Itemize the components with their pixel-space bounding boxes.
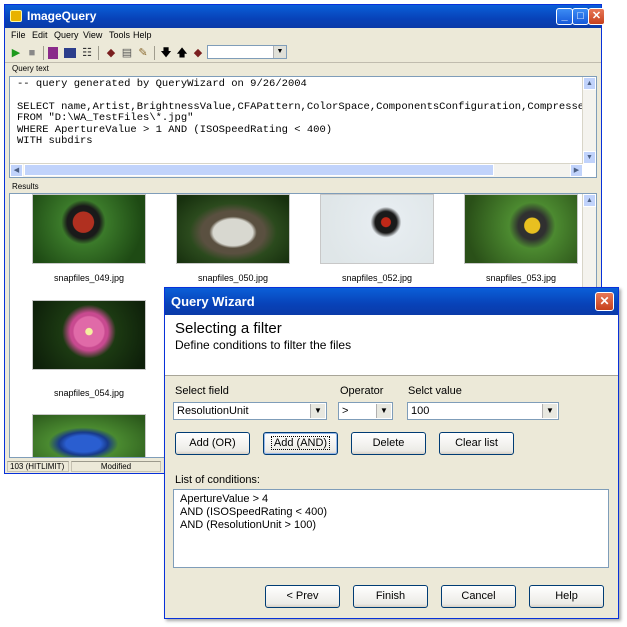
run-icon[interactable]: ▶ xyxy=(9,46,23,60)
file-name: snapfiles_049.jpg xyxy=(53,273,125,283)
query-horizontal-scrollbar[interactable]: ◀ ▶ xyxy=(10,163,583,177)
app-icon xyxy=(10,10,22,22)
maximize-button[interactable]: □ xyxy=(572,8,589,25)
wizard-title: Query Wizard xyxy=(171,294,255,309)
toolbar-combo[interactable]: ▼ xyxy=(207,45,287,59)
minimize-button[interactable]: _ xyxy=(556,8,573,25)
status-count: 103 (HITLIMIT) xyxy=(7,461,69,472)
query-vertical-scrollbar[interactable]: ▲ ▼ xyxy=(582,77,596,164)
query-text-label: Query text xyxy=(12,64,49,73)
tools-icon[interactable]: ✎ xyxy=(136,46,150,60)
chevron-down-icon: ▼ xyxy=(273,46,286,58)
print-icon[interactable]: ▤ xyxy=(120,46,134,60)
chevron-down-icon[interactable]: ▼ xyxy=(376,404,391,418)
select-value-label: Selct value xyxy=(408,385,462,397)
scroll-right-icon[interactable]: ▶ xyxy=(570,164,583,177)
file-name: snapfiles_050.jpg xyxy=(197,273,269,283)
finish-button[interactable]: Finish xyxy=(353,585,428,608)
menu-help[interactable]: Help xyxy=(133,30,152,40)
query-line: WHERE ApertureValue > 1 AND (ISOSpeedRat… xyxy=(17,123,333,136)
window-title: ImageQuery xyxy=(27,9,97,23)
delete-button[interactable]: Delete xyxy=(351,432,426,455)
results-label: Results xyxy=(12,182,39,191)
prev-button[interactable]: < Prev xyxy=(265,585,340,608)
wizard-heading: Selecting a filter xyxy=(175,320,282,337)
menu-view[interactable]: View xyxy=(83,30,102,40)
file-name: snapfiles_053.jpg xyxy=(485,273,557,283)
wizard-subheading: Define conditions to filter the files xyxy=(175,338,352,352)
add-and-label: Add (AND) xyxy=(270,436,331,450)
arrow-up-icon[interactable]: 🡅 xyxy=(175,46,189,60)
conditions-list[interactable]: ApertureValue > 4 AND (ISOSpeedRating < … xyxy=(173,489,609,568)
status-modified: Modified xyxy=(71,461,161,472)
help-label: Help xyxy=(555,590,578,602)
wizard-icon[interactable] xyxy=(48,47,58,59)
operator-dropdown[interactable]: > ▼ xyxy=(338,402,393,420)
wizard-header: Selecting a filter Define conditions to … xyxy=(165,315,618,376)
cancel-label: Cancel xyxy=(461,590,496,602)
query-line: -- query generated by QueryWizard on 9/2… xyxy=(17,78,307,90)
add-and-button[interactable]: Add (AND) xyxy=(263,432,338,455)
operator-label: Operator xyxy=(340,385,384,397)
select-value-combobox[interactable]: 100 ▼ xyxy=(407,402,559,420)
scroll-left-icon[interactable]: ◀ xyxy=(10,164,23,177)
operator-value: > xyxy=(342,405,349,417)
menu-file[interactable]: File xyxy=(11,30,26,40)
scroll-thumb[interactable] xyxy=(24,164,494,176)
image-thumbnail[interactable] xyxy=(32,194,146,264)
close-icon[interactable]: ✕ xyxy=(595,292,614,311)
file-name: snapfiles_054.jpg xyxy=(53,388,125,398)
menu-tools[interactable]: Tools xyxy=(109,30,130,40)
main-titlebar[interactable]: ImageQuery _ □ ✕ xyxy=(5,5,605,28)
clear-list-label: Clear list xyxy=(455,437,498,449)
chevron-down-icon[interactable]: ▼ xyxy=(310,404,325,418)
add-or-button[interactable]: Add (OR) xyxy=(175,432,250,455)
view-thumbnails-icon[interactable] xyxy=(64,48,76,58)
query-line: FROM "D:\WA_TestFiles\*.jpg" xyxy=(17,112,194,125)
conditions-label: List of conditions: xyxy=(175,474,260,486)
scroll-up-icon[interactable]: ▲ xyxy=(583,194,596,207)
condition-item[interactable]: AND (ResolutionUnit > 100) xyxy=(180,519,608,532)
menu-query[interactable]: Query xyxy=(54,30,79,40)
select-field-dropdown[interactable]: ResolutionUnit ▼ xyxy=(173,402,327,420)
stop-icon[interactable]: ■ xyxy=(25,46,39,60)
image-thumbnail[interactable] xyxy=(176,194,290,264)
image-thumbnail[interactable] xyxy=(32,414,146,457)
image-thumbnail[interactable] xyxy=(320,194,434,264)
add-or-label: Add (OR) xyxy=(189,437,236,449)
toolbar-separator xyxy=(154,46,155,60)
toolbar: ▶ ■ ☷ ◆ ▤ ✎ 🡇 🡅 ◆ ▼ xyxy=(5,44,601,63)
condition-item[interactable]: AND (ISOSpeedRating < 400) xyxy=(180,506,608,519)
wizard-titlebar[interactable]: Query Wizard ✕ xyxy=(165,288,618,315)
query-line: WITH subdirs xyxy=(17,135,93,148)
eraser-icon[interactable]: ◆ xyxy=(104,46,118,60)
close-button[interactable]: ✕ xyxy=(588,8,605,25)
arrow-down-icon[interactable]: 🡇 xyxy=(159,46,173,60)
cancel-button[interactable]: Cancel xyxy=(441,585,516,608)
scroll-up-icon[interactable]: ▲ xyxy=(583,77,596,90)
image-thumbnail[interactable] xyxy=(32,300,146,370)
clear-icon[interactable]: ◆ xyxy=(191,46,205,60)
view-list-icon[interactable]: ☷ xyxy=(80,46,94,60)
toolbar-separator xyxy=(43,46,44,60)
clear-list-button[interactable]: Clear list xyxy=(439,432,514,455)
menu-bar: File Edit Query View Tools Help xyxy=(5,28,601,44)
condition-item[interactable]: ApertureValue > 4 xyxy=(180,493,608,506)
delete-label: Delete xyxy=(372,437,405,449)
scroll-down-icon[interactable]: ▼ xyxy=(583,151,596,164)
select-field-label: Select field xyxy=(175,385,229,397)
query-wizard-dialog: Query Wizard ✕ Selecting a filter Define… xyxy=(164,287,619,619)
prev-label: < Prev xyxy=(286,590,319,602)
toolbar-separator xyxy=(98,46,99,60)
help-button[interactable]: Help xyxy=(529,585,604,608)
query-text-editor[interactable]: -- query generated by QueryWizard on 9/2… xyxy=(9,76,597,178)
menu-edit[interactable]: Edit xyxy=(32,30,48,40)
chevron-down-icon[interactable]: ▼ xyxy=(542,404,557,418)
select-field-value: ResolutionUnit xyxy=(177,405,249,417)
select-value-value: 100 xyxy=(411,405,430,417)
image-thumbnail[interactable] xyxy=(464,194,578,264)
query-line: SELECT name,Artist,BrightnessValue,CFAPa… xyxy=(17,100,585,113)
file-name: snapfiles_052.jpg xyxy=(341,273,413,283)
finish-label: Finish xyxy=(375,590,406,602)
